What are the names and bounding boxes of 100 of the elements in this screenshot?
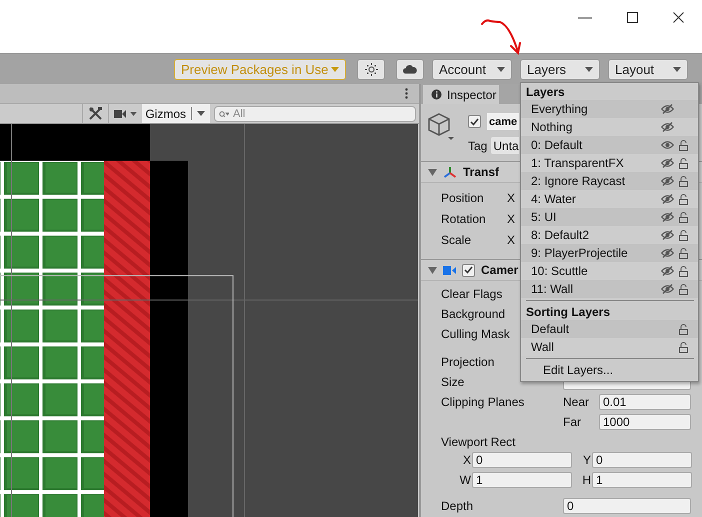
- property-label: Size: [441, 375, 466, 389]
- viewport-field[interactable]: 1: [472, 472, 572, 488]
- tools-icon: [89, 107, 102, 120]
- property-label: Scale: [441, 232, 472, 246]
- arrow-annotation-drawing: [480, 18, 524, 56]
- axis-label: Y: [582, 453, 591, 467]
- layer-item[interactable]: 10: Scuttle: [521, 262, 698, 280]
- cloud-icon: [403, 64, 417, 74]
- layer-item[interactable]: 0: Default: [521, 136, 698, 154]
- camera-icon: [443, 266, 456, 274]
- settings-button[interactable]: [357, 58, 385, 80]
- layout-dropdown[interactable]: Layout: [608, 58, 688, 80]
- axes-icon: [443, 166, 457, 178]
- layers-dropdown[interactable]: Layers: [520, 58, 600, 80]
- inspector-tab[interactable]: Inspector: [423, 85, 499, 104]
- property-label: Background: [441, 307, 506, 321]
- near-field[interactable]: 0.01: [599, 394, 691, 410]
- layer-item[interactable]: Nothing: [521, 118, 698, 136]
- cube-icon[interactable]: [428, 113, 454, 141]
- property-label: Clear Flags: [441, 287, 502, 301]
- caret-icon: [130, 112, 138, 116]
- axis-label: X: [507, 212, 516, 226]
- layer-item[interactable]: 9: PlayerProjectile: [521, 244, 698, 262]
- property-label: Projection: [441, 355, 494, 369]
- lock-icon[interactable]: [679, 176, 688, 186]
- far-label: Far: [563, 415, 582, 429]
- lock-icon[interactable]: [679, 230, 688, 240]
- layer-item[interactable]: 4: Water: [521, 190, 698, 208]
- maximize-icon[interactable]: [627, 12, 638, 23]
- layer-item[interactable]: Everything: [521, 100, 698, 118]
- tag-dropdown[interactable]: Unta: [491, 137, 520, 154]
- eye-icon[interactable]: [661, 266, 674, 276]
- property-label: Clipping Planes: [441, 395, 526, 409]
- camera-icon: [114, 110, 126, 118]
- enabled-checkbox[interactable]: [462, 264, 475, 276]
- eye-icon[interactable]: [661, 284, 674, 294]
- property-label: Viewport Rect: [441, 435, 516, 449]
- lock-icon[interactable]: [679, 212, 688, 222]
- lock-icon[interactable]: [679, 266, 688, 276]
- info-icon: [431, 89, 442, 100]
- eye-icon[interactable]: [661, 212, 674, 222]
- menu-heading: Layers: [525, 84, 566, 100]
- lock-icon[interactable]: [679, 324, 688, 334]
- expand-triangle-icon[interactable]: [428, 266, 437, 274]
- lock-icon[interactable]: [679, 194, 688, 204]
- axis-label: X: [462, 453, 471, 467]
- depth-field[interactable]: 0: [563, 498, 691, 514]
- eye-icon[interactable]: [661, 122, 674, 132]
- tag-label: Tag: [468, 138, 488, 152]
- search-field[interactable]: All: [214, 106, 416, 122]
- eye-icon[interactable]: [661, 194, 674, 204]
- viewport-field[interactable]: 1: [592, 472, 692, 488]
- sorting-layer-item[interactable]: Wall: [521, 338, 698, 356]
- axis-label: X: [507, 190, 516, 204]
- viewport-field[interactable]: 0: [472, 452, 572, 468]
- close-icon[interactable]: [673, 12, 684, 23]
- layer-item[interactable]: 2: Ignore Raycast: [521, 172, 698, 190]
- viewport-field[interactable]: 0: [592, 452, 692, 468]
- account-dropdown[interactable]: Account: [432, 58, 512, 80]
- sun-icon: [364, 62, 378, 76]
- caret-icon: [197, 111, 205, 116]
- lock-icon[interactable]: [679, 342, 688, 352]
- active-checkbox[interactable]: [468, 115, 481, 128]
- caret-icon: [497, 66, 505, 72]
- property-label: Depth: [441, 499, 474, 513]
- eye-icon[interactable]: [661, 176, 674, 186]
- layer-item[interactable]: 8: Default2: [521, 226, 698, 244]
- layer-item[interactable]: 1: TransparentFX: [521, 154, 698, 172]
- axis-label: W: [459, 473, 471, 487]
- eye-icon[interactable]: [661, 230, 674, 240]
- eye-icon[interactable]: [661, 104, 674, 114]
- minimize-icon[interactable]: [578, 17, 592, 19]
- sorting-layer-item[interactable]: Default: [521, 320, 698, 338]
- caret-icon: [585, 66, 593, 72]
- expand-triangle-icon[interactable]: [428, 168, 437, 176]
- edit-layers-item[interactable]: Edit Layers...: [521, 361, 698, 379]
- search-icon: [219, 110, 229, 118]
- lock-icon[interactable]: [679, 284, 688, 294]
- property-label: Position: [441, 190, 485, 204]
- property-label: Culling Mask: [441, 327, 510, 341]
- property-label: Rotation: [441, 212, 487, 226]
- menu-heading: Sorting Layers: [525, 304, 612, 320]
- layer-item[interactable]: 11: Wall: [521, 280, 698, 298]
- cloud-button[interactable]: [396, 58, 424, 80]
- axis-label: X: [507, 232, 516, 246]
- near-label: Near: [563, 395, 590, 409]
- eye-icon[interactable]: [661, 248, 674, 258]
- lock-icon[interactable]: [679, 140, 688, 150]
- axis-label: H: [581, 473, 591, 487]
- name-field[interactable]: came: [487, 113, 519, 130]
- more-icon[interactable]: [405, 88, 408, 99]
- lock-icon[interactable]: [679, 158, 688, 168]
- eye-icon[interactable]: [661, 158, 674, 168]
- caret-icon: [673, 66, 681, 72]
- caret-icon: [331, 66, 339, 72]
- lock-icon[interactable]: [679, 248, 688, 258]
- far-field[interactable]: 1000: [599, 414, 691, 430]
- layer-item[interactable]: 5: UI: [521, 208, 698, 226]
- gizmos-dropdown[interactable]: Gizmos: [142, 104, 210, 123]
- eye-icon[interactable]: [661, 140, 674, 150]
